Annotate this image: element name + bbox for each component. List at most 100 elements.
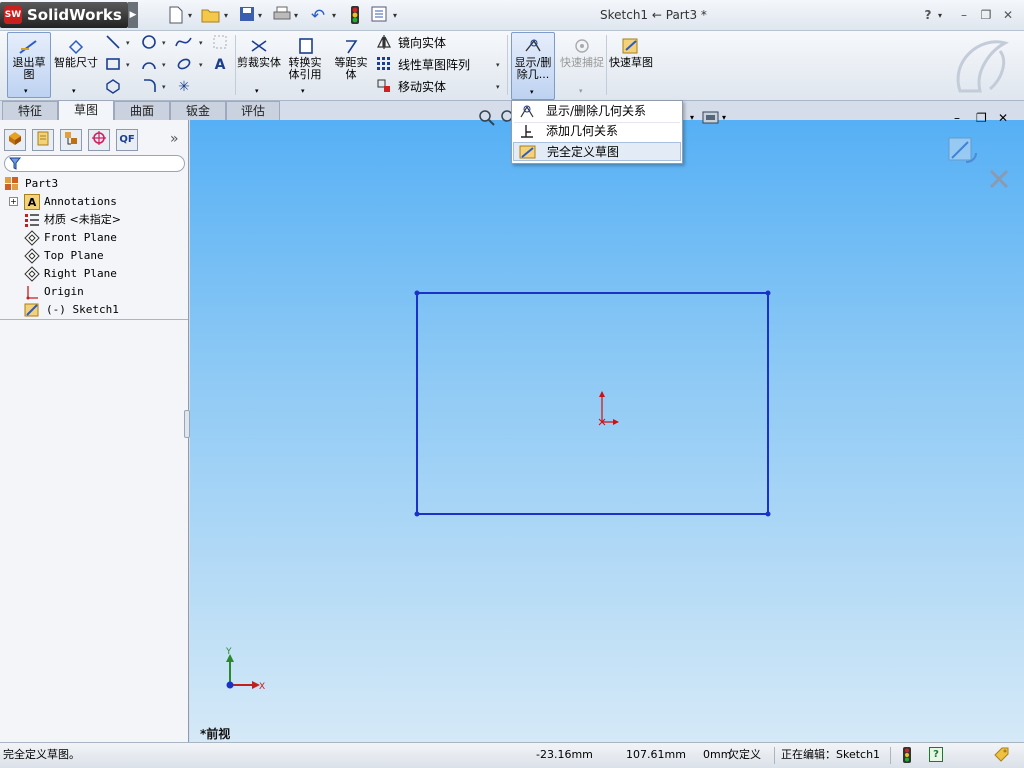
quick-tips-help-icon[interactable]: ? [929,747,943,762]
offset-entities-button[interactable]: 等距实体 [330,33,372,97]
options-icon[interactable] [369,6,389,26]
open-icon[interactable] [201,6,221,26]
menu-item-add-relation[interactable]: 添加几何关系 [513,122,681,141]
rapid-sketch-button[interactable]: 快速草图 [609,33,653,97]
sketch-canvas[interactable]: Y X [190,120,1024,742]
view-settings-icon[interactable] [702,109,720,127]
line-icon[interactable] [104,34,122,52]
smart-dimension-button[interactable]: 智能尺寸 [54,33,98,97]
trim-dropdown-icon[interactable]: ▾ [255,87,259,95]
ellipse-icon[interactable] [175,56,193,74]
save-icon[interactable] [237,6,257,26]
view-settings-dropdown-icon[interactable]: ▾ [722,109,726,127]
undo-dropdown-icon[interactable]: ▾ [332,8,340,24]
polygon-icon[interactable] [104,78,122,96]
tree-root-part[interactable]: Part3 [25,175,58,193]
arc-icon[interactable] [140,56,158,74]
rectangle-icon[interactable] [104,56,122,74]
sketch-rectangle[interactable] [416,292,769,515]
linear-pattern-label[interactable]: 线性草图阵列 [398,56,470,74]
viewport-minimize-icon[interactable]: – [954,111,960,125]
tag-icon[interactable] [992,746,1010,767]
spline-icon[interactable] [175,34,193,52]
linear-pattern-icon[interactable] [375,56,393,74]
move-entities-icon[interactable] [375,78,393,96]
new-dropdown-icon[interactable]: ▾ [188,8,196,24]
display-style-dropdown-icon[interactable]: ▾ [690,109,694,127]
options-dropdown-icon[interactable]: ▾ [393,8,401,24]
sketch-vertex[interactable] [765,511,771,517]
convert-dropdown-icon[interactable]: ▾ [301,87,305,95]
convert-entities-button[interactable]: 转换实体引用 [284,33,326,97]
move-entities-dropdown-icon[interactable]: ▾ [496,78,504,96]
expand-toggle-icon[interactable]: + [9,197,18,206]
save-dropdown-icon[interactable]: ▾ [258,8,266,24]
ellipse-dropdown-icon[interactable]: ▾ [199,56,207,74]
sketch-vertex[interactable] [414,511,420,517]
tree-item-origin[interactable]: Origin [44,283,84,301]
help-icon[interactable]: ? [920,7,936,23]
tab-features[interactable]: 特征 [2,101,58,120]
tree-item-right-plane[interactable]: Right Plane [44,265,117,283]
fillet-dropdown-icon[interactable]: ▾ [162,78,170,96]
arc-dropdown-icon[interactable]: ▾ [162,56,170,74]
help-dropdown-icon[interactable]: ▾ [938,8,946,24]
tree-item-annotations[interactable]: Annotations [44,193,117,211]
graphics-area[interactable]: Y X – ❐ ✕ *前视 [190,111,1024,742]
viewport-close-icon[interactable]: ✕ [998,111,1008,125]
circle-icon[interactable] [140,34,158,52]
tree-item-top-plane[interactable]: Top Plane [44,247,104,265]
smart-dimension-dropdown-icon[interactable]: ▾ [72,87,76,95]
open-dropdown-icon[interactable]: ▾ [224,8,232,24]
move-entities-label[interactable]: 移动实体 [398,78,446,96]
trim-entities-button[interactable]: 剪裁实体 [237,33,281,97]
tree-filter-input[interactable] [4,155,185,172]
tree-item-material[interactable]: 材质 <未指定> [44,211,121,229]
line-dropdown-icon[interactable]: ▾ [126,34,134,52]
sketch-vertex[interactable] [414,290,420,296]
tree-item-sketch1[interactable]: (-) Sketch1 [46,301,119,319]
quick-snaps-dropdown-icon[interactable]: ▾ [579,87,583,95]
tab-sheet-metal[interactable]: 钣金 [170,101,226,120]
rebuild-icon[interactable] [345,6,365,26]
print-dropdown-icon[interactable]: ▾ [294,8,302,24]
construction-geometry-icon[interactable] [211,34,229,52]
exit-sketch-dropdown-icon[interactable]: ▾ [24,87,28,95]
tree-item-front-plane[interactable]: Front Plane [44,229,117,247]
new-icon[interactable] [166,6,186,26]
rebuild-status-icon[interactable] [903,747,911,766]
mirror-icon[interactable] [375,34,393,52]
property-manager-tab-icon[interactable] [32,129,54,151]
solidworks-logo[interactable]: SW SolidWorks [0,2,128,28]
mirror-entities-label[interactable]: 镜向实体 [398,34,446,52]
close-icon[interactable]: ✕ [1000,7,1016,23]
minimize-icon[interactable]: – [956,7,972,23]
expand-panel-icon[interactable]: » [170,129,184,151]
exit-sketch-button[interactable]: 退出草图 [7,32,51,98]
confirm-exit-sketch-icon[interactable] [946,134,980,170]
menu-item-fully-define-sketch[interactable]: 完全定义草图 [513,142,681,161]
dimxpert-tab-icon[interactable] [88,129,110,151]
viewport-restore-icon[interactable]: ❐ [976,111,987,125]
point-icon[interactable]: ✳ [175,78,193,96]
undo-icon[interactable]: ↶ [308,6,328,26]
feature-manager-tab-icon[interactable] [4,129,26,151]
tab-sketch[interactable]: 草图 [58,100,114,120]
fillet-icon[interactable] [140,78,158,96]
text-icon[interactable]: A [211,56,229,74]
menu-flyout-arrow-icon[interactable]: ▶ [128,2,138,28]
display-relations-dropdown-icon[interactable]: ▾ [530,88,534,96]
qf-tab[interactable]: QF [116,129,138,151]
tab-surfaces[interactable]: 曲面 [114,101,170,120]
restore-icon[interactable]: ❐ [978,7,994,23]
menu-item-display-delete-relations[interactable]: 显示/删除几何关系 [513,102,681,121]
circle-dropdown-icon[interactable]: ▾ [162,34,170,52]
rectangle-dropdown-icon[interactable]: ▾ [126,56,134,74]
configuration-manager-tab-icon[interactable] [60,129,82,151]
spline-dropdown-icon[interactable]: ▾ [199,34,207,52]
sketch-vertex[interactable] [765,290,771,296]
linear-pattern-dropdown-icon[interactable]: ▾ [496,56,504,74]
tab-evaluate[interactable]: 评估 [226,101,280,120]
zoom-to-fit-icon[interactable] [478,109,496,127]
cancel-sketch-icon[interactable] [988,168,1010,190]
